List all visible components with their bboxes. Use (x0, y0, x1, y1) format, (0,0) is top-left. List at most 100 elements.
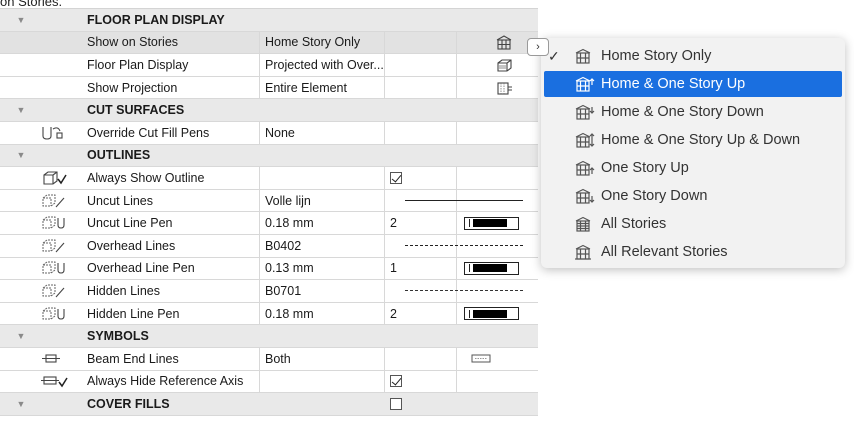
column-divider (384, 121, 385, 144)
menu-item[interactable]: Home & One Story Up & Down (544, 127, 842, 153)
property-row[interactable]: Overhead Line Pen 0.13 mm 1 (0, 257, 538, 281)
column-divider (259, 212, 260, 234)
property-label: Override Cut Fill Pens (87, 125, 210, 140)
row-icon-wrap (28, 280, 80, 302)
popup-arrow-button[interactable]: › (527, 38, 549, 56)
menu-item[interactable]: ✓ Home Story Only (544, 43, 842, 69)
column-divider (384, 234, 385, 257)
dashed-line-preview[interactable] (405, 245, 523, 247)
collapse-triangle-icon[interactable]: ▼ (0, 145, 42, 167)
row-icon-wrap (28, 303, 80, 325)
property-row[interactable]: Hidden Line Pen 0.18 mm 2 (0, 302, 538, 326)
property-row[interactable]: Overhead Lines B0402 (0, 234, 538, 258)
pen-swatch[interactable] (463, 216, 519, 230)
collapse-triangle-icon[interactable]: ▼ (0, 325, 42, 347)
section-header[interactable]: ▼ CUT SURFACES (0, 99, 538, 122)
property-value[interactable]: Home Story Only (265, 32, 360, 54)
property-row[interactable]: Hidden Lines B0701 (0, 280, 538, 303)
collapse-triangle-icon[interactable]: ▼ (0, 99, 42, 121)
property-label: Hidden Lines (87, 283, 160, 298)
line-preview-wrap (405, 190, 523, 212)
collapse-triangle-icon[interactable]: ▼ (0, 393, 42, 415)
property-label: Always Hide Reference Axis (87, 374, 244, 389)
pen-number[interactable]: 2 (390, 212, 397, 234)
pen-tick (468, 219, 470, 228)
property-row[interactable]: Always Hide Reference Axis (0, 370, 538, 394)
checkbox-checked[interactable] (390, 171, 402, 184)
property-row[interactable]: Uncut Line Pen 0.18 mm 2 (0, 212, 538, 235)
property-row[interactable]: Uncut Lines Volle lijn (0, 189, 538, 213)
property-label: Show on Stories (87, 35, 179, 50)
pen-number[interactable]: 2 (390, 303, 397, 325)
section-header[interactable]: ▼ COVER FILLS (0, 393, 538, 416)
property-value[interactable]: Projected with Over... (265, 54, 384, 76)
checkbox-checked[interactable] (390, 375, 402, 388)
checkbox-wrap (390, 167, 402, 189)
menu-item[interactable]: One Story Up (544, 155, 842, 181)
section-title: COVER FILLS (87, 396, 170, 411)
row-icon-wrap (28, 190, 80, 212)
section-header[interactable]: ▼ SYMBOLS (0, 325, 538, 348)
column-divider (384, 31, 385, 54)
collapse-triangle-icon[interactable]: ▼ (0, 9, 42, 31)
property-label: Beam End Lines (87, 351, 179, 366)
menu-item[interactable]: All Relevant Stories (544, 239, 842, 265)
menu-item[interactable]: Home & One Story Down (544, 99, 842, 125)
property-label: Show Projection (87, 80, 178, 95)
property-row[interactable]: Floor Plan Display Projected with Over... (0, 54, 538, 77)
pen-swatch[interactable] (463, 307, 519, 321)
property-row[interactable]: Always Show Outline (0, 167, 538, 190)
property-label: Overhead Line Pen (87, 261, 195, 276)
property-value[interactable]: 0.13 mm (265, 258, 314, 280)
property-value[interactable]: None (265, 122, 295, 144)
pen-swatch[interactable] (463, 261, 519, 275)
section-header[interactable]: ▼ OUTLINES (0, 144, 538, 168)
row-icon-wrap (28, 348, 80, 370)
menu-icon-wrap (574, 132, 595, 148)
property-row[interactable]: Beam End Lines Both (0, 347, 538, 371)
pen-tick (468, 264, 470, 273)
property-row[interactable]: Override Cut Fill Pens None (0, 121, 538, 145)
property-value[interactable]: Volle lijn (265, 190, 311, 212)
story-down-icon (575, 104, 595, 120)
right-icon-wrap (495, 32, 517, 54)
menu-item[interactable]: One Story Down (544, 183, 842, 209)
menu-item-label: Home Story Only (601, 48, 712, 64)
property-value[interactable]: 0.18 mm (265, 303, 314, 325)
pen-fill (473, 264, 507, 273)
story-updown-icon (575, 132, 595, 148)
property-value[interactable]: B0701 (265, 280, 301, 302)
property-row[interactable]: Show on Stories Home Story Only (0, 31, 538, 55)
section-header[interactable]: ▼ FLOOR PLAN DISPLAY (0, 9, 538, 32)
row-icon-wrap (28, 122, 80, 144)
menu-item[interactable]: Home & One Story Up (544, 71, 842, 97)
menu-item-label: Home & One Story Down (601, 104, 764, 120)
column-divider (456, 76, 457, 99)
property-value[interactable]: Both (265, 348, 291, 370)
display-mode-icon (497, 59, 512, 72)
column-divider (259, 347, 260, 370)
property-label: Floor Plan Display (87, 57, 189, 72)
property-value[interactable]: B0402 (265, 235, 301, 257)
property-value[interactable]: Entire Element (265, 77, 347, 99)
story-up-icon (575, 76, 595, 92)
overhead-pen-icon (42, 261, 65, 274)
property-row[interactable]: Show Projection Entire Element (0, 76, 538, 100)
overhead-lines-icon (42, 239, 65, 253)
hidden-pen-icon (42, 307, 65, 320)
menu-item[interactable]: All Stories (544, 211, 842, 237)
column-divider (259, 76, 260, 99)
row-icon-wrap (28, 258, 80, 280)
menu-icon-wrap (574, 216, 594, 232)
property-value[interactable]: 0.18 mm (265, 212, 314, 234)
dotted-line-preview[interactable] (405, 290, 523, 292)
pen-number[interactable]: 1 (390, 258, 397, 280)
column-divider (456, 167, 457, 189)
uncut-lines-icon (42, 194, 65, 207)
column-divider (456, 347, 457, 370)
relevant-stories-icon (575, 244, 591, 260)
checkbox-unchecked[interactable] (390, 397, 402, 410)
column-divider (384, 167, 385, 189)
solid-line-preview[interactable] (405, 200, 523, 202)
menu-item-label: All Stories (601, 216, 667, 232)
